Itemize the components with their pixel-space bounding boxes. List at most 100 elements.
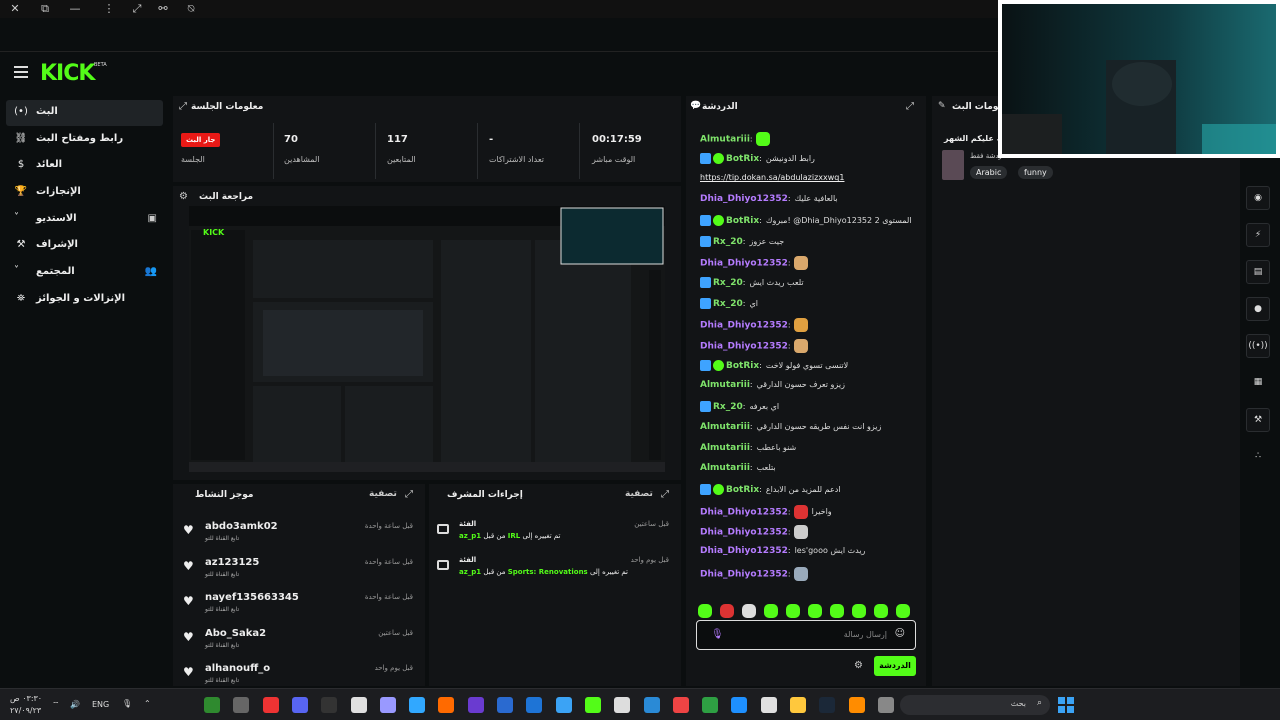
taskbar-app-icon[interactable] [643,697,660,713]
taskbar-app-icon[interactable] [467,697,484,713]
taskbar-app-icon[interactable] [497,697,513,713]
emote-picker-icon[interactable] [786,604,800,618]
rail-layout-button[interactable]: ▦ [1246,371,1270,395]
chat-username[interactable]: Almutariii [700,463,750,473]
emote-picker-icon[interactable] [852,604,866,618]
chat-username[interactable]: Dhia_Dhiyo12352 [700,321,788,331]
volume-icon[interactable]: 🔊 [70,700,80,709]
rail-broadcast-button[interactable]: ((•)) [1246,334,1270,358]
rail-camera-button[interactable]: ◉ [1246,186,1270,210]
category-thumbnail[interactable] [942,150,964,180]
chat-username[interactable]: Dhia_Dhiyo12352 [700,569,788,579]
rail-tools-button[interactable]: ⚒ [1246,408,1270,432]
sidebar-item-stream[interactable]: (•) البث [6,100,163,126]
language-indicator[interactable]: ENG [92,700,109,709]
emote-picker-icon[interactable] [742,604,756,618]
mic-tray-icon[interactable]: 🎙 [122,699,132,708]
taskbar-app-icon[interactable] [409,697,426,713]
chat-username[interactable]: Dhia_Dhiyo12352 [700,259,788,269]
taskbar-app-icon[interactable] [379,697,396,713]
taskbar-app-icon[interactable] [233,697,250,713]
chat-input-box[interactable]: 🎙 إرسال رسالة ☺ [696,620,916,650]
chat-username[interactable]: BotRix [726,485,759,495]
chat-username[interactable]: Rx_20 [713,278,743,288]
sidebar-item-revenue[interactable]: $ العائد [6,153,163,179]
activity-username[interactable]: alhanouff_o [205,663,270,674]
sidebar-item-achievements[interactable]: 🏆 الإنجازات [6,180,163,206]
chat-username[interactable]: Dhia_Dhiyo12352 [700,342,788,352]
chat-send-button[interactable]: الدردشة [874,656,916,676]
rail-more-button[interactable]: ∴ [1246,445,1270,469]
extension-icon[interactable]: ⤢ [130,2,144,16]
emote-picker-icon[interactable] [874,604,888,618]
minimize-window-icon[interactable]: — [68,2,82,16]
rail-chat-button[interactable]: ● [1246,297,1270,321]
stream-preview-video[interactable]: KICK [189,206,665,472]
chat-username[interactable]: Rx_20 [713,237,743,247]
taskbar-app-icon[interactable] [438,697,455,713]
chat-username[interactable]: Dhia_Dhiyo12352 [700,546,788,556]
emote-picker-icon[interactable] [720,604,734,618]
sidebar-item-moderation[interactable]: ⚒ الإشراف [6,233,163,259]
chat-username[interactable]: Almutariii [700,135,750,145]
taskbar-app-icon[interactable] [291,697,308,713]
hamburger-menu-icon[interactable] [14,66,28,78]
chat-username[interactable]: Almutariii [700,422,750,432]
activity-username[interactable]: Abo_Saka2 [205,628,266,639]
windows-start-icon[interactable] [1058,697,1074,713]
taskbar-app-icon[interactable] [790,697,806,713]
taskbar-app-icon[interactable] [848,697,865,713]
taskbar-app-icon[interactable] [555,697,572,713]
chat-username[interactable]: BotRix [726,216,759,226]
taskbar-app-icon[interactable] [204,697,220,713]
emote-picker-icon[interactable] [808,604,822,618]
chat-link[interactable]: https://tip.dokan.sa/abdulazizxxwq1 [700,173,844,182]
rail-flash-button[interactable]: ⚡ [1246,223,1270,247]
link-icon[interactable]: ⚯ [156,2,170,16]
sidebar-item-studio[interactable]: ˅ الاستديو ▣ [6,207,163,233]
chat-username[interactable]: BotRix [726,154,759,164]
rail-notes-button[interactable]: ▤ [1246,260,1270,284]
taskbar-app-icon[interactable] [877,697,894,713]
chat-username[interactable]: Dhia_Dhiyo12352 [700,507,788,517]
chat-username[interactable]: Dhia_Dhiyo12352 [700,194,788,204]
taskbar-app-icon[interactable] [584,697,601,713]
chat-username[interactable]: Almutariii [700,443,750,453]
emote-picker-icon[interactable] [764,604,778,618]
expand-icon[interactable]: ⤢ [179,101,187,112]
expand-icon[interactable]: ⤢ [906,101,914,112]
chevron-up-icon[interactable]: ⌃ [144,699,151,708]
expand-icon[interactable]: ⤢ [405,489,413,500]
clock-time[interactable]: ٠٣:٣٠ ص [10,694,42,703]
no-tracking-icon[interactable]: ⍉ [184,2,198,16]
taskbar-app-icon[interactable] [262,697,279,713]
taskbar-app-icon[interactable] [526,697,543,713]
tag-chip[interactable]: funny [1018,166,1053,179]
taskbar-app-icon[interactable] [760,697,777,713]
taskbar-app-icon[interactable] [350,697,367,713]
taskbar-app-icon[interactable] [672,697,689,713]
chat-username[interactable]: Dhia_Dhiyo12352 [700,528,788,538]
close-window-icon[interactable]: ✕ [8,2,22,16]
kick-logo[interactable]: KICK [40,61,95,86]
activity-username[interactable]: nayef135663345 [205,592,299,603]
taskbar-app-icon[interactable] [321,697,338,713]
chat-username[interactable]: Almutariii [700,380,750,390]
sidebar-item-stream-key[interactable]: ⛓ رابط ومفتاح البث [6,127,163,153]
taskbar-app-icon[interactable] [702,697,719,713]
filter-button[interactable]: تصفية [369,489,397,499]
restore-window-icon[interactable]: ⧉ [38,2,52,16]
filter-button[interactable]: تصفية [625,489,653,499]
activity-username[interactable]: abdo3amk02 [205,521,278,532]
chat-username[interactable]: Rx_20 [713,299,743,309]
chat-username[interactable]: Rx_20 [713,402,743,412]
microphone-icon[interactable]: 🎙 [711,629,724,640]
expand-icon[interactable]: ⤢ [661,489,669,500]
emote-picker-icon[interactable] [830,604,844,618]
wifi-icon[interactable]: ⌔ [52,700,60,710]
emote-picker-icon[interactable] [698,604,712,618]
tag-chip[interactable]: Arabic [970,166,1008,179]
menu-dots-icon[interactable]: ⋮ [102,2,116,16]
sidebar-item-community[interactable]: ˅ المجتمع 👥 [6,260,163,286]
taskbar-app-icon[interactable] [731,697,748,713]
